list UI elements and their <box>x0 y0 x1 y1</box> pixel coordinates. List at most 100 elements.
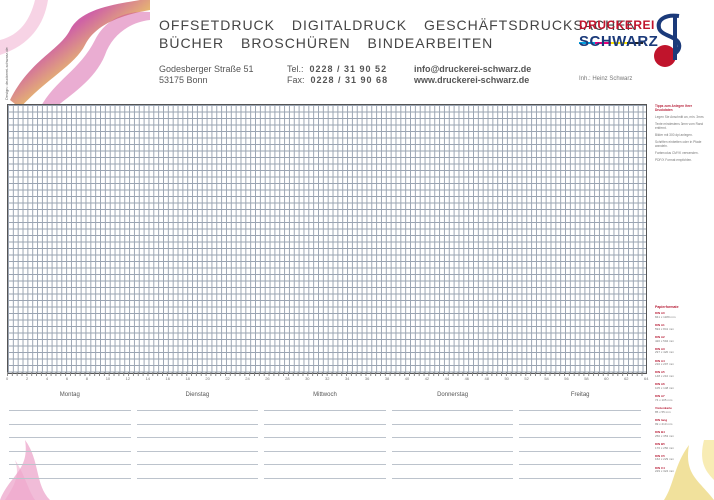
day-name: Mittwoch <box>313 392 337 398</box>
ruler-label: 26 <box>265 376 270 381</box>
planning-grid[interactable] <box>7 104 647 374</box>
paper-format-item: Visitenkarte 85 x 55 mm <box>655 406 710 415</box>
phone-block: Tel.: 0228 / 31 90 52 Fax: 0228 / 31 90 68 <box>287 64 388 86</box>
service-item: BINDEARBEITEN <box>367 35 494 51</box>
paper-format-size: 99 x 210 mm <box>655 421 673 426</box>
note-line <box>136 464 259 465</box>
paper-format-item: DIN C5 162 x 229 mm <box>655 454 710 463</box>
note-line <box>264 477 386 479</box>
note-line <box>391 410 514 411</box>
day-name: Dienstag <box>185 392 210 398</box>
ruler-label: 54 <box>544 376 549 381</box>
paper-format-item: DIN A4 210 x 297 mm <box>655 359 710 368</box>
ruler-label: 12 <box>125 376 131 381</box>
note-line <box>519 423 641 425</box>
paper-format-size: 250 x 353 mm <box>655 433 675 438</box>
ruler-label: 42 <box>424 376 430 381</box>
paper-format-size: 74 x 105 mm <box>655 398 673 403</box>
service-item: BÜCHER <box>159 35 225 51</box>
address-city: 53175 Bonn <box>159 75 208 85</box>
paper-format-item: DIN A1 594 x 841 mm <box>655 323 710 332</box>
paper-format-item: DIN A6 105 x 148 mm <box>655 383 710 391</box>
address-street: Godesberger Straße 51 <box>159 64 254 74</box>
tel-label: Tel.: <box>287 64 304 74</box>
paper-format-size: 210 x 297 mm <box>655 362 675 367</box>
ruler-label: 30 <box>305 376 310 381</box>
service-item: DIGITALDRUCK <box>291 17 408 33</box>
ruler-label: 40 <box>404 376 410 381</box>
note-line <box>9 423 131 425</box>
ruler-label: 14 <box>145 376 151 381</box>
paper-format-item: DIN B5 176 x 250 mm <box>655 442 710 451</box>
tip-item: Bilder mit 300 dpi anlegen. <box>655 133 693 137</box>
tip-item: PDF/X Format empfohlen. <box>655 158 693 162</box>
paper-format-size: 105 x 148 mm <box>655 386 675 391</box>
paper-format-size: 148 x 210 mm <box>655 374 675 379</box>
note-line <box>391 464 514 465</box>
ruler-label: 44 <box>444 376 450 381</box>
paper-format-item: DIN A0 841 x 1189 mm <box>655 311 710 320</box>
note-line <box>264 464 386 465</box>
ruler-labels: 0 2 4 6 8 10 12 14 16 18 20 22 24 26 28 30 32 34 36 38 40 42 4… <box>6 376 649 382</box>
tips-heading: Tipps zum Anlegen Ihrer Druckdaten <box>655 104 693 112</box>
paper-format-size: 594 x 841 mm <box>655 326 675 331</box>
ruler-label: 62 <box>624 376 629 381</box>
email-link[interactable]: info@druckerei-schwarz.de <box>414 64 531 75</box>
web-block: info@druckerei-schwarz.de www.druckerei-… <box>414 64 531 86</box>
ruler-label: 36 <box>364 376 370 381</box>
paper-format-size: 176 x 250 mm <box>655 445 675 450</box>
day-column[interactable]: Donnerstag <box>391 392 514 492</box>
ruler-label: 34 <box>344 376 350 381</box>
ruler-label: 0 <box>6 376 9 381</box>
day-column[interactable]: Montag <box>9 392 131 492</box>
note-line <box>136 437 259 438</box>
paper-format-item: DIN B4 250 x 353 mm <box>655 430 710 439</box>
ruler-label: 28 <box>285 376 290 381</box>
paper-format-item: DIN A3 297 x 420 mm <box>655 347 710 356</box>
day-column[interactable]: Dienstag <box>136 392 259 492</box>
paper-format-size: 85 x 55 mm <box>655 409 671 414</box>
ruler-label: 52 <box>524 376 529 381</box>
day-column[interactable]: Freitag <box>519 392 641 492</box>
weekday-notes: Montag Dienstag Mittwoch Donnerstag Freitag <box>7 392 645 492</box>
ruler-label: 46 <box>464 376 470 381</box>
website-link[interactable]: www.druckerei-schwarz.de <box>414 75 531 86</box>
service-item: OFFSETDRUCK <box>159 17 275 33</box>
decorative-swirl-top-left <box>0 0 150 108</box>
ruler-label: 64 <box>644 376 649 381</box>
note-line <box>9 437 131 438</box>
ruler-label: 16 <box>165 376 170 381</box>
paper-format-item: DIN A5 148 x 210 mm <box>655 371 710 379</box>
paper-format-item: DIN A7 74 x 105 mm <box>655 394 710 403</box>
note-line <box>136 423 259 425</box>
day-column[interactable]: Mittwoch <box>264 392 386 492</box>
paper-format-item: DIN C4 229 x 324 mm <box>655 466 710 475</box>
service-item: BROSCHÜREN <box>241 35 351 51</box>
tip-item: Farbmodus CMYK verwenden. <box>655 151 699 155</box>
note-line <box>391 477 514 479</box>
owner-name: Inh.: Heinz Schwarz <box>579 76 633 82</box>
note-line <box>519 464 641 465</box>
fax-label: Fax: <box>287 75 305 85</box>
note-line <box>136 477 259 479</box>
ruler-label: 6 <box>65 376 69 381</box>
note-line <box>9 477 131 479</box>
ruler-label: 48 <box>484 376 489 381</box>
note-line <box>264 410 386 411</box>
ruler-label: 50 <box>504 376 509 381</box>
ruler-label: 60 <box>604 376 609 381</box>
paper-format-item: DIN A2 420 x 594 mm <box>655 335 710 344</box>
paper-format-size: 841 x 1189 mm <box>655 314 676 319</box>
ruler-label: 58 <box>584 376 589 381</box>
note-line <box>9 410 131 411</box>
note-line <box>391 437 514 438</box>
ruler-label: 22 <box>225 376 230 381</box>
note-line <box>264 450 386 452</box>
paper-format-size: 297 x 420 mm <box>655 350 675 355</box>
tip-item: Schriften einbetten oder in Pfade wandel… <box>655 140 702 148</box>
note-line <box>519 437 641 438</box>
logo-s-mark-icon <box>654 13 682 67</box>
design-credit: Design: druckerei-schwarz.de <box>4 47 9 100</box>
ruler-label: 32 <box>325 376 330 381</box>
ruler-label: 24 <box>245 376 250 381</box>
